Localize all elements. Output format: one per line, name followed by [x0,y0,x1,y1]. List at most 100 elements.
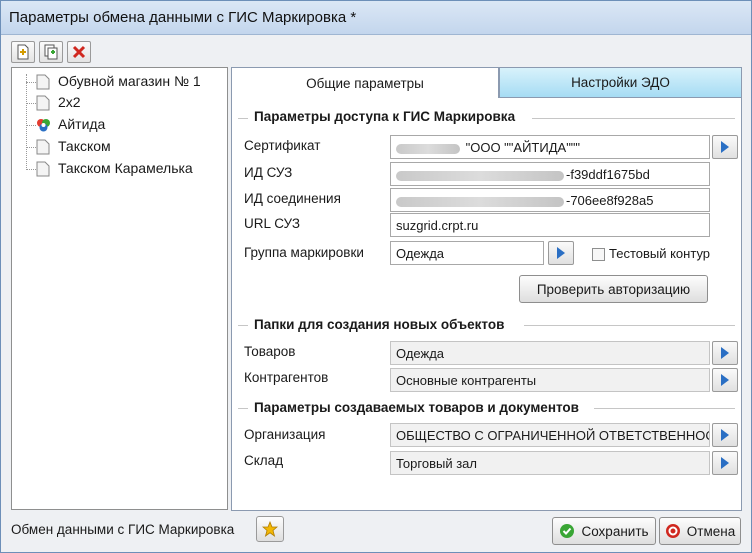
cancel-label: Отмена [686,523,736,539]
star-icon [262,521,278,537]
warehouse-label: Склад [244,453,284,468]
copy-button[interactable] [39,41,63,63]
connection-id-field[interactable]: -706ee8f928a5 [390,188,710,212]
certificate-label: Сертификат [244,138,321,153]
status-text: Обмен данными с ГИС Маркировка [11,522,235,537]
connection-id-value: -706ee8f928a5 [566,193,654,208]
goods-label: Товаров [244,344,296,359]
redacted-text [396,196,564,207]
tree-item[interactable]: Такском [12,137,227,157]
tab-general[interactable]: Общие параметры [231,67,499,98]
contractors-folder-field[interactable]: Основные контрагенты [390,368,710,392]
organization-field[interactable]: ОБЩЕСТВО С ОГРАНИЧЕННОЙ ОТВЕТСТВЕННОСТЬЮ [390,423,710,447]
suz-id-label: ИД СУЗ [244,165,293,180]
test-contour-label: Тестовый контур [609,246,711,261]
params-section-title: Параметры создаваемых товаров и документ… [254,400,579,415]
tree-item[interactable]: Такском Карамелька [12,159,227,179]
tab-label: Настройки ЭДО [571,75,670,90]
suz-url-label: URL СУЗ [244,216,300,231]
add-icon [17,44,29,60]
section-divider [238,408,248,409]
test-contour-checkbox[interactable] [592,248,605,261]
certificate-select-button[interactable] [712,135,738,159]
tree-branch [26,169,36,170]
document-icon [36,95,50,111]
tree-item[interactable]: 2x2 [12,93,227,113]
suz-url-field[interactable]: suzgrid.crpt.ru [390,213,710,237]
section-divider [594,408,735,409]
certificate-value: "ООО ""АЙТИДА""" [465,140,581,155]
favorite-button[interactable] [256,516,284,542]
window-title: Параметры обмена данными с ГИС Маркировк… [9,9,357,26]
redacted-text [396,170,564,181]
tabs-area: Общие параметры Настройки ЭДО Параметры … [231,65,742,511]
marking-group-label: Группа маркировки [244,245,364,260]
document-icon [36,161,50,177]
warehouse-value: Торговый зал [396,456,477,471]
delete-button[interactable] [67,41,91,63]
check-auth-label: Проверить авторизацию [536,281,691,297]
arrow-right-icon [721,429,729,441]
marking-group-value: Одежда [396,246,445,261]
tree-branch [26,147,36,148]
tree-item-label: Такском [58,138,111,154]
folders-section-title: Папки для создания новых объектов [254,317,505,332]
tab-label: Общие параметры [306,75,424,91]
section-divider [532,118,735,119]
check-icon [560,524,575,538]
add-button[interactable] [11,41,35,63]
section-divider [238,325,248,326]
access-section-title: Параметры доступа к ГИС Маркировка [254,109,516,124]
save-label: Сохранить [581,523,649,539]
marking-group-select-button[interactable] [548,241,574,265]
tree-item-label: Обувной магазин № 1 [58,73,201,89]
cancel-icon [665,524,680,538]
section-divider [524,325,735,326]
arrow-right-icon [721,141,729,153]
connection-id-label: ИД соединения [244,191,341,206]
certificate-field[interactable]: "ООО ""АЙТИДА""" [390,135,710,159]
warehouse-field[interactable]: Торговый зал [390,451,710,475]
tree-item-selected[interactable]: Айтида [12,115,227,135]
document-icon [36,139,50,155]
tree-branch [26,125,36,126]
arrow-right-icon [721,374,729,386]
colored-settings-icon [37,119,50,132]
title-bar: Параметры обмена данными с ГИС Маркировк… [1,1,751,35]
cancel-button[interactable]: Отмена [659,517,741,545]
goods-folder-field[interactable]: Одежда [390,341,710,365]
marking-group-field[interactable]: Одежда [390,241,544,265]
dialog-window: Параметры обмена данными с ГИС Маркировк… [0,0,752,553]
redacted-text [396,143,460,154]
copy-icon [44,44,58,60]
suz-id-value: -f39ddf1675bd [566,167,650,182]
tree-branch [26,82,36,83]
organization-select-button[interactable] [712,423,738,447]
contractors-folder-value: Основные контрагенты [396,373,537,388]
suz-url-value: suzgrid.crpt.ru [396,218,479,233]
tab-edo-settings[interactable]: Настройки ЭДО [499,67,742,97]
contractors-folder-select-button[interactable] [712,368,738,392]
goods-folder-select-button[interactable] [712,341,738,365]
check-auth-button[interactable]: Проверить авторизацию [519,275,708,303]
document-icon [36,74,50,90]
general-panel: Параметры доступа к ГИС Маркировка Серти… [231,97,742,511]
tree-branch [26,103,36,104]
save-button[interactable]: Сохранить [552,517,656,545]
connections-tree: Обувной магазин № 1 2x2 Айтида Такском Т… [11,67,228,510]
tree-item-label: 2x2 [58,94,81,110]
organization-value: ОБЩЕСТВО С ОГРАНИЧЕННОЙ ОТВЕТСТВЕННОСТЬЮ [396,428,710,443]
section-divider [238,118,248,119]
contractors-label: Контрагентов [244,370,329,385]
tree-item[interactable]: Обувной магазин № 1 [12,72,227,92]
tree-item-label: Айтида [58,116,106,132]
arrow-right-icon [557,247,565,259]
delete-icon [72,45,86,59]
warehouse-select-button[interactable] [712,451,738,475]
goods-folder-value: Одежда [396,346,445,361]
organization-label: Организация [244,427,326,442]
arrow-right-icon [721,457,729,469]
suz-id-field[interactable]: -f39ddf1675bd [390,162,710,186]
arrow-right-icon [721,347,729,359]
tree-item-label: Такском Карамелька [58,160,193,176]
